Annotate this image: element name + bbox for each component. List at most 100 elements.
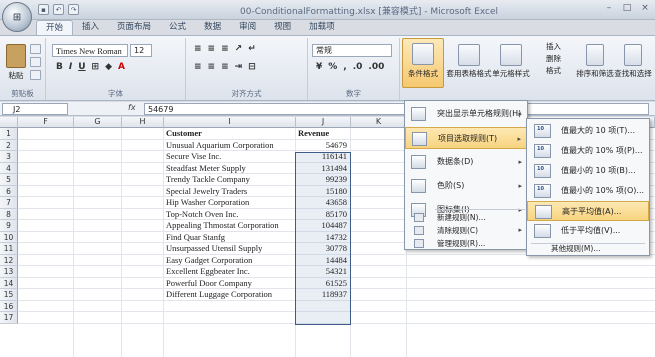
maximize-icon[interactable]: □ xyxy=(621,3,633,14)
cf-menu-small-item[interactable]: 新建规则(N)... xyxy=(405,211,527,224)
top-bottom-rule-item[interactable]: 10 值最小的 10% 项(O)... xyxy=(527,181,649,201)
row-header[interactable]: 13 xyxy=(0,266,18,278)
more-rules-item[interactable]: 其他规则(M)... xyxy=(527,243,649,255)
align-left-icon[interactable]: ≡ xyxy=(194,62,202,72)
top-bottom-rule-item[interactable]: 10 值最大的 10 项(T)... xyxy=(527,121,649,141)
undo-icon[interactable]: ↶ xyxy=(53,4,64,15)
revenue-cell[interactable]: 118937 xyxy=(296,289,350,301)
row-header[interactable]: 2 xyxy=(0,139,18,151)
customer-cell[interactable]: Steadfast Meter Supply xyxy=(164,163,296,175)
merge-icon[interactable]: ⊟ xyxy=(248,62,256,72)
ribbon-tab[interactable]: 数据 xyxy=(195,20,230,35)
row-header[interactable]: 15 xyxy=(0,289,18,301)
align-center-icon[interactable]: ≡ xyxy=(208,62,216,72)
wrap-text-icon[interactable]: ↵ xyxy=(248,44,256,54)
font-name-select[interactable]: Times New Roman xyxy=(52,44,128,57)
column-header[interactable]: G xyxy=(74,117,122,128)
revenue-cell[interactable]: 14484 xyxy=(296,255,350,267)
top-bottom-rule-item[interactable]: 高于平均值(A)... xyxy=(527,201,649,221)
row-header[interactable]: 17 xyxy=(0,312,18,324)
ribbon-tab[interactable]: 插入 xyxy=(73,20,108,35)
cf-menu-small-item[interactable]: 管理规则(R)... xyxy=(405,237,527,250)
currency-icon[interactable]: ¥ xyxy=(316,62,322,72)
cf-menu-small-item[interactable]: 清除规则(C) ▸ xyxy=(405,224,527,237)
font-size-select[interactable]: 12 xyxy=(130,44,152,57)
column-header[interactable]: H xyxy=(122,117,164,128)
select-all-corner[interactable] xyxy=(0,117,18,128)
delete-cells-button[interactable]: 删除 xyxy=(546,54,561,63)
fill-color-icon[interactable]: ◆ xyxy=(105,62,112,72)
revenue-cell[interactable]: 85170 xyxy=(296,209,350,221)
paste-icon[interactable] xyxy=(6,44,26,68)
font-color-icon[interactable]: A xyxy=(118,62,125,72)
office-button[interactable]: ⊞ xyxy=(2,2,32,32)
row-header[interactable]: 8 xyxy=(0,208,18,220)
column-header[interactable]: J xyxy=(296,117,351,128)
conditional-format-button[interactable]: 条件格式 xyxy=(402,38,444,88)
underline-icon[interactable]: U xyxy=(78,62,85,72)
top-bottom-rule-item[interactable]: 低于平均值(V)... xyxy=(527,221,649,241)
redo-icon[interactable]: ↷ xyxy=(68,4,79,15)
row-header[interactable]: 6 xyxy=(0,185,18,197)
ribbon-tab[interactable]: 开始 xyxy=(36,20,74,35)
close-icon[interactable]: × xyxy=(639,3,651,14)
cf-menu-item[interactable]: 色阶(S) ▸ xyxy=(405,175,527,197)
row-header[interactable]: 5 xyxy=(0,174,18,186)
top-bottom-rule-item[interactable]: 10 值最大的 10% 项(P)... xyxy=(527,141,649,161)
align-right-icon[interactable]: ≡ xyxy=(221,62,229,72)
cf-menu-item[interactable]: 数据条(D) ▸ xyxy=(405,151,527,173)
row-header[interactable]: 10 xyxy=(0,231,18,243)
indent-icon[interactable]: ⇥ xyxy=(235,62,243,72)
customer-cell[interactable]: Easy Gadget Corporation xyxy=(164,255,296,267)
border-icon[interactable]: ⊞ xyxy=(92,62,100,72)
sort-filter-icon[interactable] xyxy=(586,44,604,66)
row-header[interactable]: 16 xyxy=(0,300,18,312)
customer-cell[interactable]: Top-Notch Oven Inc. xyxy=(164,209,296,221)
column-header[interactable]: K xyxy=(351,117,407,128)
row-header[interactable]: 11 xyxy=(0,243,18,255)
format-painter-icon[interactable] xyxy=(30,70,41,80)
row-header[interactable]: 3 xyxy=(0,151,18,163)
customer-cell[interactable]: Find Quar Stanfg xyxy=(164,232,296,244)
minimize-icon[interactable]: – xyxy=(603,3,615,14)
revenue-header[interactable]: Revenue xyxy=(296,128,350,140)
cf-menu-item[interactable]: 项目选取规则(T) ▸ xyxy=(405,127,527,149)
row-header[interactable]: 1 xyxy=(0,128,18,140)
name-box[interactable]: J2 xyxy=(2,103,68,115)
cf-menu-item[interactable]: 突出显示单元格规则(H) ▸ xyxy=(405,103,527,125)
ribbon-tab[interactable]: 页面布局 xyxy=(108,20,160,35)
ribbon-tab[interactable]: 公式 xyxy=(160,20,195,35)
percent-icon[interactable]: % xyxy=(328,62,337,72)
cell-style-icon[interactable] xyxy=(500,44,522,66)
row-header[interactable]: 4 xyxy=(0,162,18,174)
revenue-cell[interactable]: 15180 xyxy=(296,186,350,198)
column-header[interactable]: F xyxy=(18,117,74,128)
customer-header[interactable]: Customer xyxy=(164,128,296,140)
ribbon-tab[interactable]: 加载项 xyxy=(300,20,344,35)
column-header[interactable]: I xyxy=(164,117,296,128)
comma-icon[interactable]: , xyxy=(343,62,346,72)
top-bottom-rule-item[interactable]: 10 值最小的 10 项(B)... xyxy=(527,161,649,181)
row-header[interactable]: 12 xyxy=(0,254,18,266)
revenue-cell[interactable]: 30778 xyxy=(296,243,350,255)
customer-cell[interactable]: Hip Washer Corporation xyxy=(164,197,296,209)
revenue-cell[interactable]: 99239 xyxy=(296,174,350,186)
formula-input[interactable]: 54679 xyxy=(144,103,649,115)
customer-cell[interactable]: Appealing Thmostat Corporation xyxy=(164,220,296,232)
row-header[interactable]: 7 xyxy=(0,197,18,209)
customer-cell[interactable]: Unusual Aquarium Corporation xyxy=(164,140,296,152)
align-bottom-icon[interactable]: ≡ xyxy=(221,44,229,54)
revenue-cell[interactable]: 54679 xyxy=(296,140,350,152)
italic-icon[interactable]: I xyxy=(69,62,72,72)
customer-cell[interactable]: Secure Vise Inc. xyxy=(164,151,296,163)
bold-icon[interactable]: B xyxy=(56,62,63,72)
copy-icon[interactable] xyxy=(30,57,41,67)
orientation-icon[interactable]: ↗ xyxy=(235,44,243,54)
table-format-icon[interactable] xyxy=(458,44,480,66)
insert-cells-button[interactable]: 插入 xyxy=(546,42,561,51)
customer-cell[interactable]: Different Luggage Corporation xyxy=(164,289,296,301)
customer-cell[interactable]: Powerful Door Company xyxy=(164,278,296,290)
row-header[interactable]: 9 xyxy=(0,220,18,232)
find-select-icon[interactable] xyxy=(624,44,642,66)
row-header[interactable]: 14 xyxy=(0,277,18,289)
